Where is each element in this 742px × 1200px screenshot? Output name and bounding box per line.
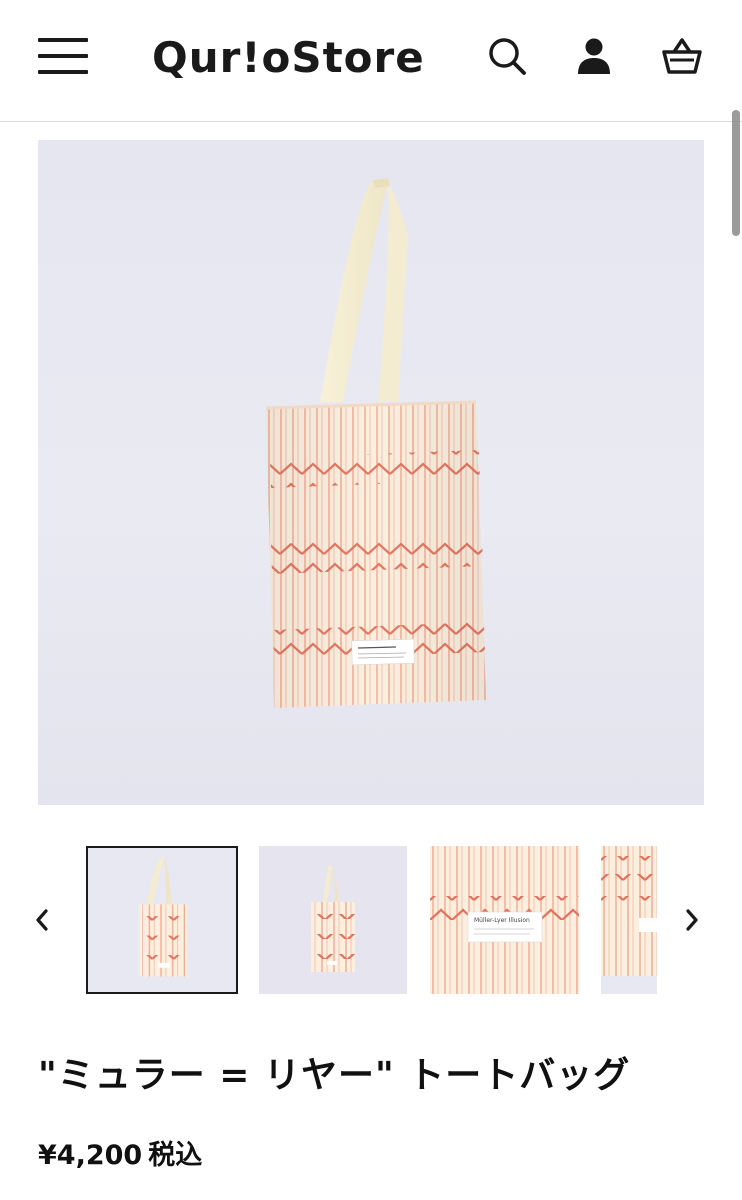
site-logo[interactable]: Qur!oStore: [152, 30, 425, 86]
thumbnail-1[interactable]: [86, 846, 238, 994]
product-title: "ミュラー = リヤー" トートバッグ: [38, 1055, 631, 1096]
cart-icon[interactable]: [660, 34, 704, 78]
page-scrollbar[interactable]: [732, 110, 740, 236]
site-header: Qur!oStore: [0, 0, 742, 122]
tax-label: 税込: [148, 1140, 203, 1171]
chevron-left-icon[interactable]: [20, 896, 64, 944]
search-icon[interactable]: [485, 34, 529, 78]
main-product-image[interactable]: [38, 140, 704, 805]
thumbnail-3[interactable]: Müller-Lyer Illusion: [430, 846, 579, 994]
thumbnail-2[interactable]: [259, 846, 407, 994]
label-text: Müller-Lyer Illusion: [474, 917, 530, 924]
user-icon[interactable]: [572, 34, 616, 78]
product-price-row: ¥4,200 税込: [38, 1136, 202, 1176]
thumbnail-4[interactable]: [601, 846, 657, 994]
chevron-right-icon[interactable]: [670, 896, 714, 944]
product-price: ¥4,200: [38, 1140, 143, 1171]
hamburger-menu-icon[interactable]: [36, 36, 90, 78]
